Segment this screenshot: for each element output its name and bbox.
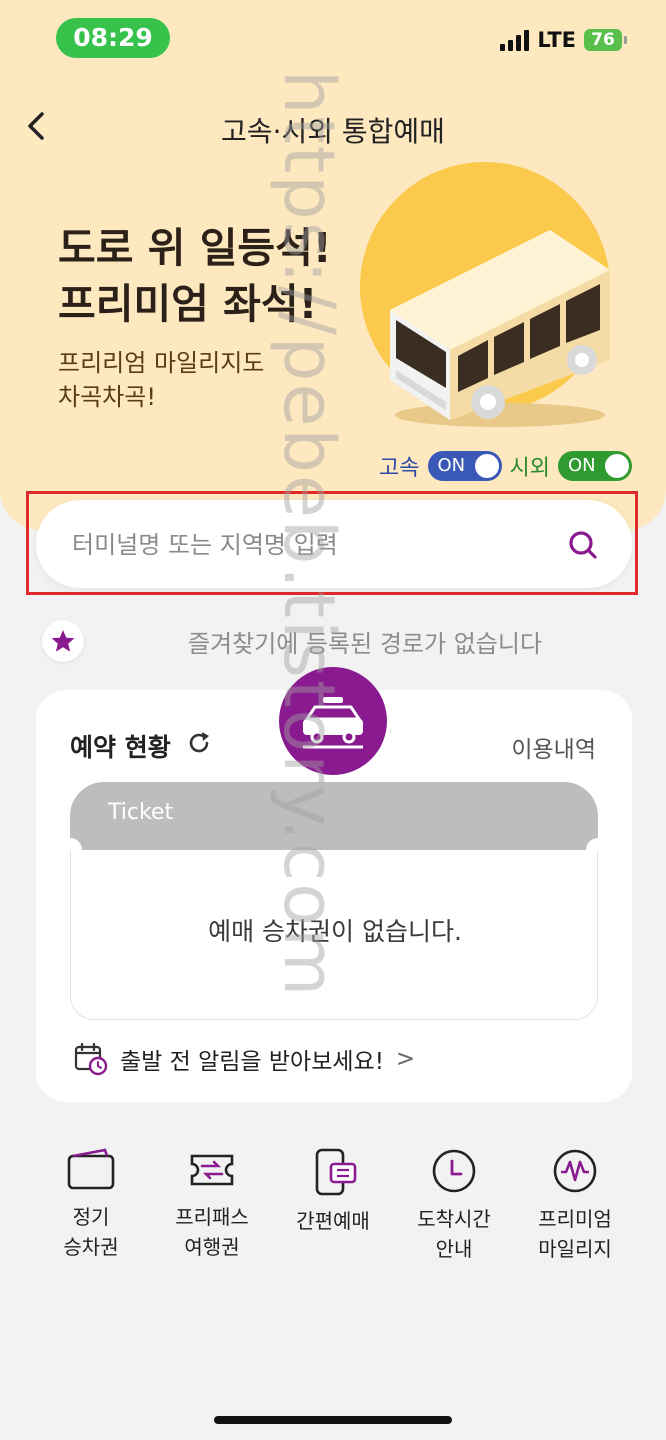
mileage-icon [553, 1149, 597, 1193]
intercity-toggle[interactable]: ON [558, 451, 632, 481]
battery-icon: 76 [584, 29, 627, 51]
network-type: LTE [537, 28, 576, 52]
freepass-ticket-icon [190, 1154, 234, 1186]
intercity-toggle-label: 시외 [509, 456, 550, 481]
alarm-text: 출발 전 알림을 받아보세요! [120, 1049, 384, 1075]
express-toggle[interactable]: ON [427, 451, 502, 481]
status-time: 08:29 [56, 18, 170, 58]
menu-season-ticket[interactable]: 정기 승차권 [30, 1148, 152, 1262]
chevron-right-icon: > [395, 1046, 416, 1072]
menu-freepass[interactable]: 프리패스 여행권 [151, 1148, 273, 1262]
banner-sub-line1: 프리리엄 마일리지도 [58, 349, 265, 377]
departure-alarm-link[interactable]: 출발 전 알림을 받아보세요! > [74, 1042, 415, 1076]
bus-illustration [390, 230, 610, 427]
intercity-toggle-state: ON [568, 455, 596, 476]
toggle-knob [474, 454, 499, 478]
express-toggle-state: ON [437, 455, 466, 476]
bus-type-toggles: 고속 ON 시외 ON [379, 450, 632, 482]
signal-icon [500, 29, 530, 51]
menu-premium-mileage-line1: 프리미엄 [538, 1207, 612, 1231]
toggle-knob [605, 454, 629, 478]
ticket-label: Ticket [108, 800, 174, 825]
refresh-icon[interactable] [186, 730, 212, 756]
menu-season-ticket-line1: 정기 [72, 1205, 110, 1229]
banner-sub-line2: 차곡차곡! [58, 383, 156, 411]
menu-quick-booking-line1: 간편예매 [296, 1209, 370, 1233]
menu-quick-booking[interactable]: 간편예매 [272, 1148, 394, 1236]
history-link[interactable]: 이용내역 [511, 730, 596, 764]
menu-season-ticket-line2: 승차권 [63, 1235, 119, 1259]
menu-arrival-time[interactable]: 도착시간 안내 [393, 1148, 515, 1264]
menu-arrival-time-line2: 안내 [435, 1237, 473, 1261]
menu-freepass-line1: 프리패스 [175, 1205, 249, 1229]
watermark-text: https://pebeb.tistory.com [268, 70, 350, 999]
app-screen: 08:29 LTE 76 고속·시외 통합예매 도로 위 일등석! 프리미엄 좌… [0, 0, 666, 1440]
menu-arrival-time-line1: 도착시간 [417, 1207, 491, 1231]
banner-subtext: 프리리엄 마일리지도 차곡차곡! [58, 346, 264, 414]
menu-freepass-line2: 여행권 [184, 1235, 240, 1259]
menu-premium-mileage[interactable]: 프리미엄 마일리지 [514, 1148, 636, 1264]
phone-ticket-icon [315, 1148, 357, 1196]
home-indicator[interactable] [214, 1416, 452, 1424]
search-icon[interactable] [568, 530, 598, 560]
express-toggle-label: 고속 [379, 456, 420, 481]
clock-icon [432, 1149, 476, 1193]
calendar-clock-icon [74, 1042, 108, 1076]
menu-premium-mileage-line2: 마일리지 [538, 1237, 612, 1261]
wallet-ticket-icon [67, 1148, 115, 1190]
reservation-title: 예약 현황 [70, 733, 171, 762]
status-bar-right: LTE 76 [500, 28, 627, 52]
